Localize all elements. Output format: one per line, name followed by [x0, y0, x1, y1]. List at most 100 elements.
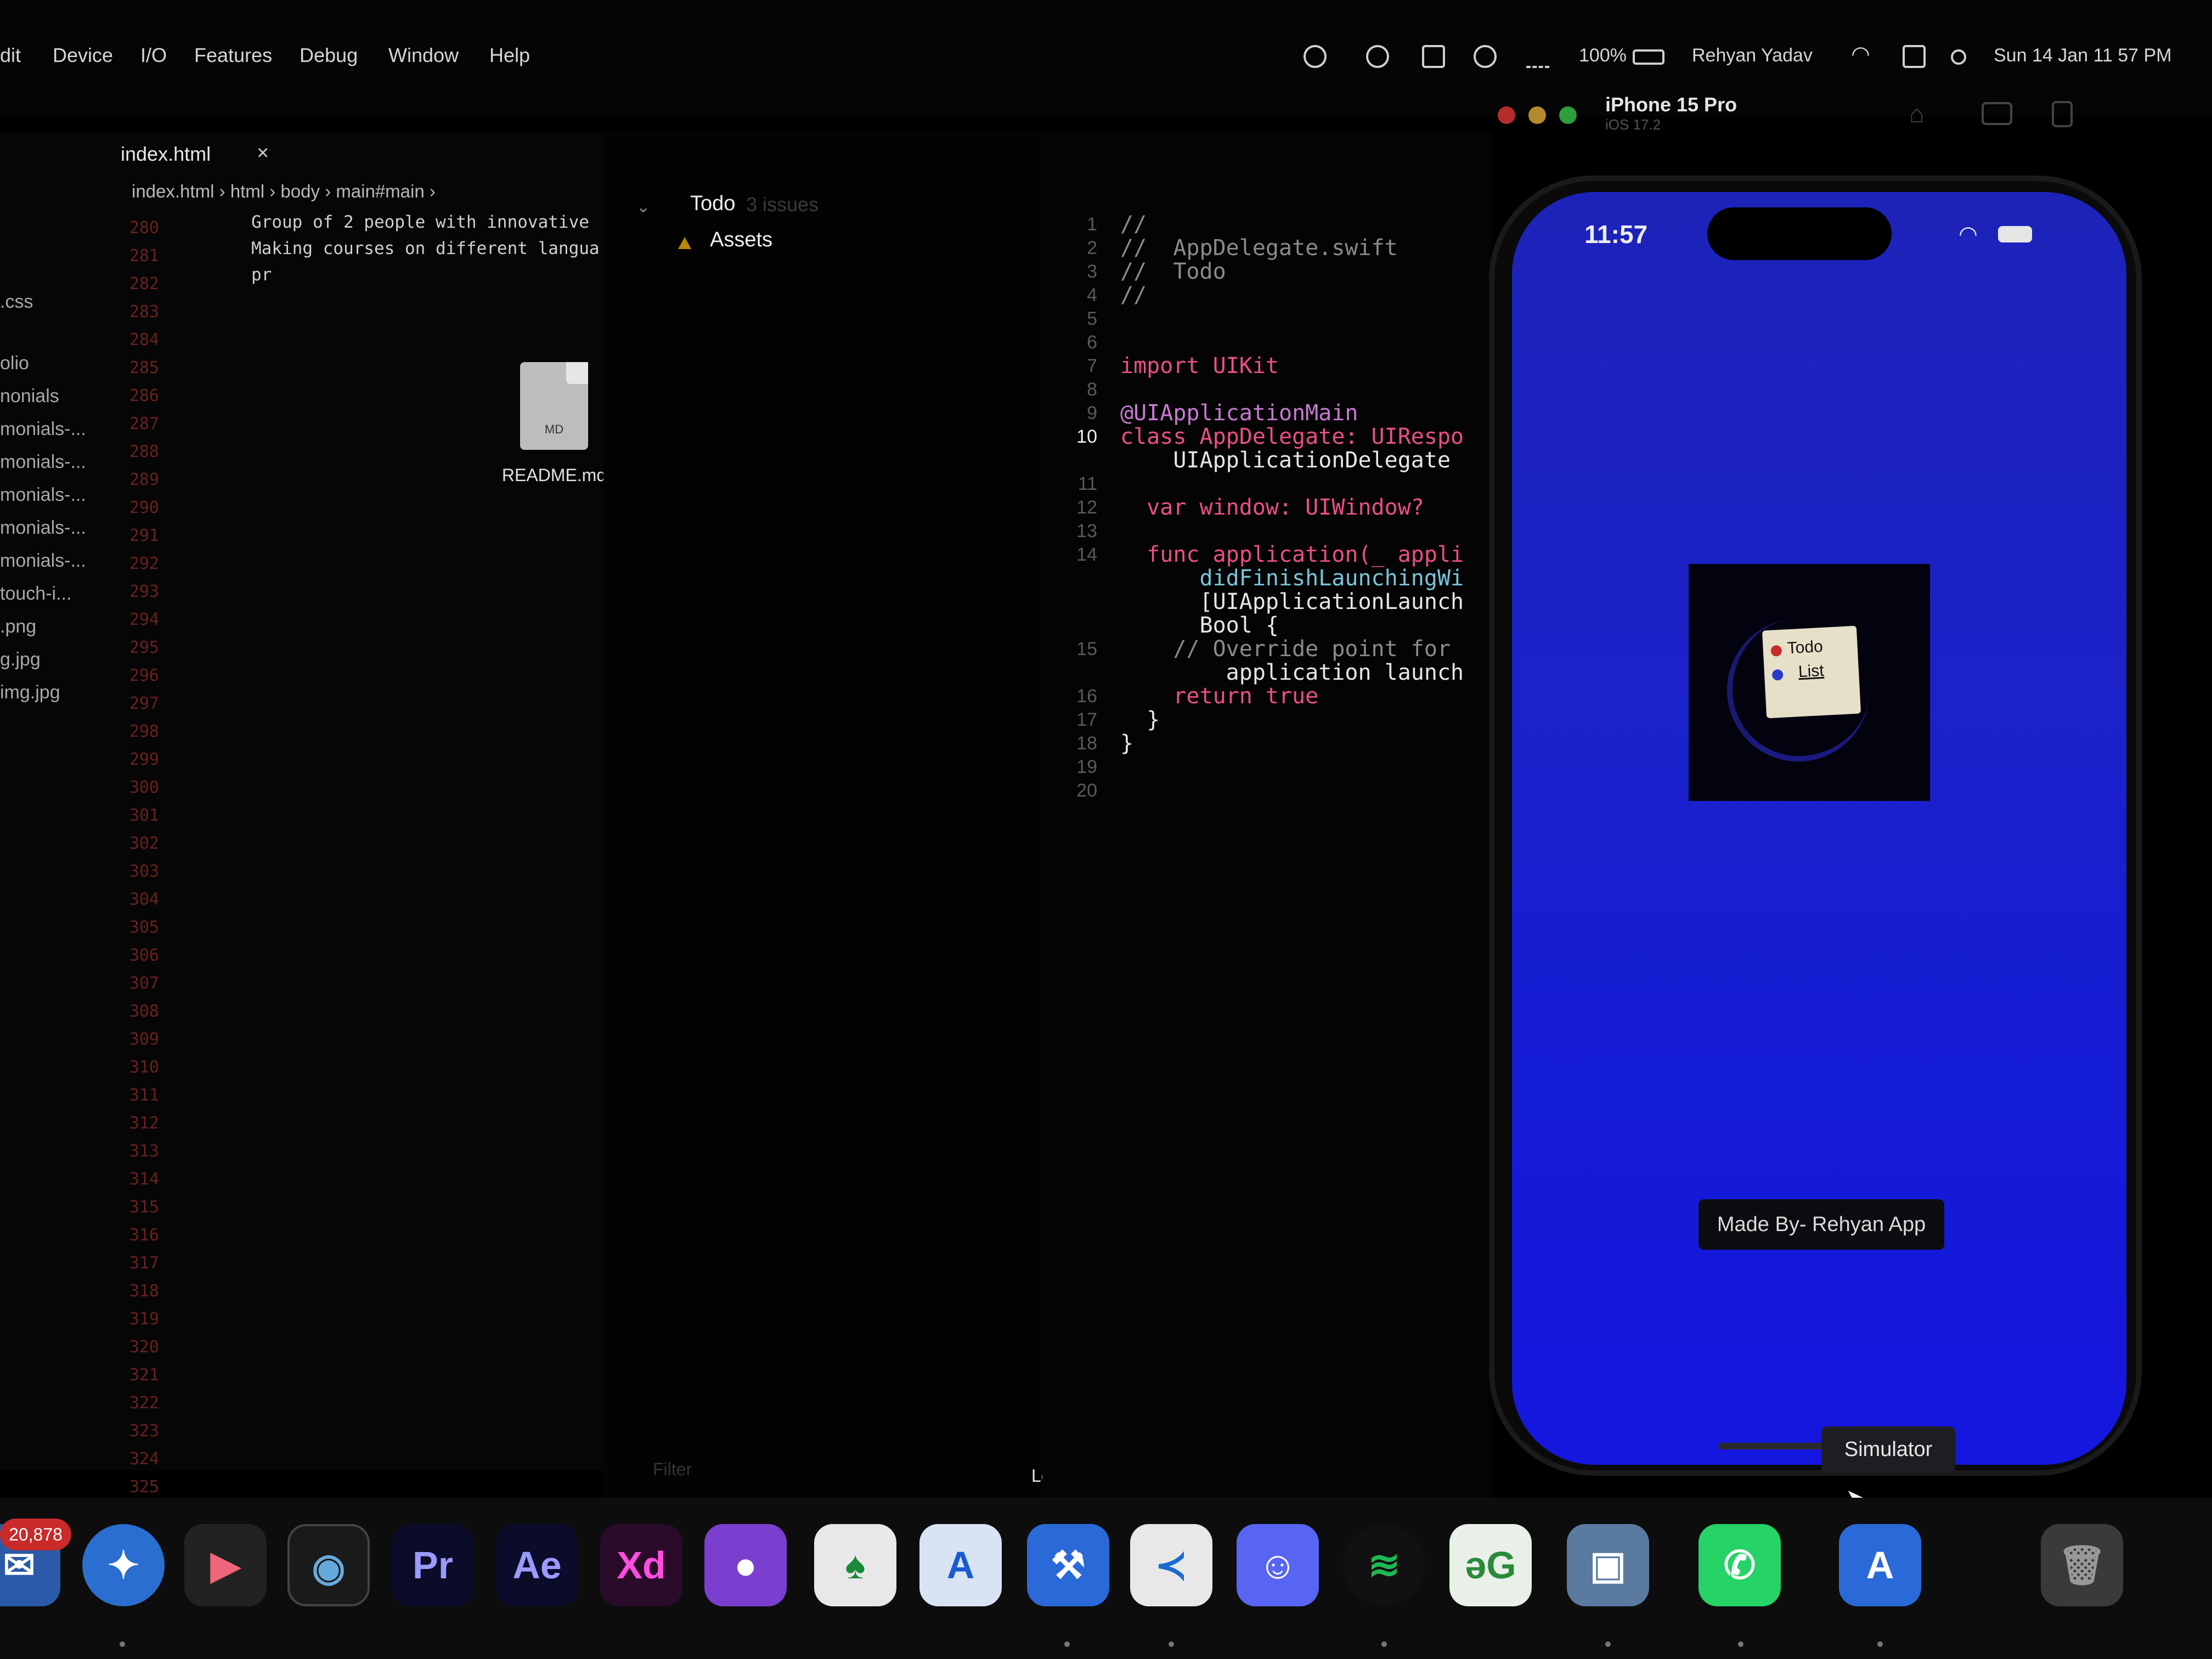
code-line: Group of 2 people with innovative	[251, 212, 589, 232]
file-item[interactable]: monials-...	[0, 544, 86, 577]
issues-count[interactable]: 3 issues	[746, 193, 819, 216]
menu-window[interactable]: Window	[388, 44, 459, 67]
running-indicator	[1064, 1641, 1070, 1647]
file-item[interactable]: nonials	[0, 380, 86, 413]
line-number: 6	[1087, 332, 1097, 353]
premiere-pro-icon[interactable]: Pr	[392, 1524, 474, 1606]
disclosure-icon[interactable]: ⌄	[636, 198, 650, 217]
screenshot-icon[interactable]	[1982, 102, 2012, 125]
safari-icon[interactable]: ✦	[82, 1524, 165, 1606]
tab-index-html[interactable]: index.html	[121, 143, 211, 166]
creative-cloud-icon[interactable]	[1304, 45, 1327, 68]
assets-group[interactable]: Assets	[710, 228, 772, 252]
filter-input[interactable]: Filter	[653, 1459, 692, 1480]
line-number: 14	[1076, 544, 1097, 565]
final-cut-icon[interactable]: ▶	[184, 1524, 267, 1606]
activity-icon[interactable]	[1526, 45, 1549, 68]
line-number: 315	[129, 1198, 159, 1217]
preview-icon[interactable]: ▣	[1567, 1524, 1649, 1606]
file-item[interactable]: olio	[0, 347, 86, 380]
line-number: 2	[1087, 238, 1097, 258]
trash-icon[interactable]: 🗑	[2041, 1524, 2123, 1606]
wifi-icon[interactable]: ◠	[1851, 42, 1870, 67]
github-desktop-icon[interactable]: ●	[704, 1524, 787, 1606]
html-code[interactable]: Group of 2 people with innovative Making…	[165, 208, 600, 348]
mongodb-compass-icon[interactable]: ♠	[814, 1524, 896, 1606]
file-item[interactable]: monials-...	[0, 511, 86, 544]
minimize-window-button[interactable]	[1528, 106, 1546, 124]
siri-icon[interactable]	[1951, 49, 1966, 65]
battery-icon[interactable]	[1633, 49, 1664, 65]
line-number: 291	[129, 526, 159, 545]
davinci-resolve-icon[interactable]: ◉	[287, 1524, 370, 1606]
file-item[interactable]: g.jpg	[0, 643, 86, 676]
menu-device[interactable]: Device	[53, 44, 113, 67]
line-number: 5	[1087, 308, 1097, 329]
file-item[interactable]: monials-...	[0, 445, 86, 478]
spotify-icon[interactable]: ≋	[1343, 1524, 1425, 1606]
file-item[interactable]: img.jpg	[0, 676, 86, 709]
simulator-os-version: iOS 17.2	[1605, 116, 1661, 133]
code-line: Bool {	[1120, 613, 1279, 638]
after-effects-icon[interactable]: Ae	[496, 1524, 578, 1606]
line-number: 292	[129, 554, 159, 573]
clock[interactable]: Sun 14 Jan 11 57 PM	[1994, 45, 2171, 66]
control-center-icon[interactable]	[1903, 45, 1926, 68]
line-number: 310	[129, 1058, 159, 1077]
menu-edit[interactable]: dit	[0, 44, 21, 67]
home-icon[interactable]: ⌂	[1909, 99, 1925, 128]
vscode-icon[interactable]: ≺	[1130, 1524, 1212, 1606]
readme-file-icon[interactable]: MD	[520, 362, 588, 450]
home-indicator[interactable]	[1718, 1443, 1828, 1449]
line-number: 293	[129, 582, 159, 601]
close-icon[interactable]: ×	[257, 142, 269, 165]
user-name[interactable]: Rehyan Yadav	[1692, 45, 1813, 66]
line-number: 309	[129, 1030, 159, 1049]
rotate-icon[interactable]	[2052, 101, 2073, 127]
file-item[interactable]: .css	[0, 285, 86, 318]
adobe-xd-icon[interactable]: Xd	[600, 1524, 682, 1606]
mail-badge: 20,878	[0, 1519, 71, 1550]
xcode-icon[interactable]: ⚒	[1027, 1524, 1109, 1606]
close-window-button[interactable]	[1498, 106, 1515, 124]
discord-icon[interactable]: ☺	[1237, 1524, 1319, 1606]
zoom-window-button[interactable]	[1559, 106, 1577, 124]
menu-debug[interactable]: Debug	[300, 44, 358, 67]
breadcrumb-body[interactable]: body	[280, 181, 320, 201]
running-indicator	[1381, 1641, 1387, 1647]
project-name[interactable]: Todo	[690, 192, 735, 216]
line-number: 307	[129, 974, 159, 993]
file-item[interactable]: monials-...	[0, 478, 86, 511]
line-number: 302	[129, 834, 159, 853]
menu-help[interactable]: Help	[489, 44, 530, 67]
code-line: class AppDelegate: UIRespo	[1120, 424, 1464, 449]
running-indicator	[1877, 1641, 1883, 1647]
simulator-app-icon[interactable]: A	[1839, 1524, 1921, 1606]
instruments-icon[interactable]: A	[919, 1524, 1002, 1606]
menu-io[interactable]: I/O	[140, 44, 167, 67]
calendar-icon[interactable]	[1422, 45, 1445, 68]
file-item[interactable]: monials-...	[0, 413, 86, 445]
geeksforgeeks-icon[interactable]: ǝG	[1449, 1524, 1532, 1606]
line-number: 15	[1076, 639, 1097, 659]
line-number: 317	[129, 1254, 159, 1273]
file-item[interactable]: touch-i...	[0, 577, 86, 610]
breadcrumb-html[interactable]: html	[230, 181, 264, 201]
menu-features[interactable]: Features	[194, 44, 272, 67]
readme-label[interactable]: README.md	[494, 465, 614, 486]
sync-icon[interactable]	[1366, 45, 1389, 68]
breadcrumb-file[interactable]: index.html	[132, 181, 214, 201]
play-icon[interactable]	[1474, 45, 1497, 68]
code-line: }	[1120, 731, 1134, 756]
iphone-screen[interactable]	[1512, 192, 2126, 1465]
line-number: 1	[1087, 214, 1097, 235]
code-line: // AppDelegate.swift	[1120, 235, 1398, 261]
line-number: 17	[1076, 709, 1097, 730]
whatsapp-icon[interactable]: ✆	[1699, 1524, 1781, 1606]
line-number: 18	[1076, 733, 1097, 754]
breadcrumb-main[interactable]: main#main	[336, 181, 424, 201]
file-item[interactable]: .png	[0, 610, 86, 643]
swift-editor[interactable]: 1 2 3 4 5 6 7 8 9 10 11 12 13 14 15 16 17 18 19 20 //// App…	[1042, 132, 1492, 1503]
line-number: 290	[129, 498, 159, 517]
line-number: 7	[1087, 356, 1097, 376]
